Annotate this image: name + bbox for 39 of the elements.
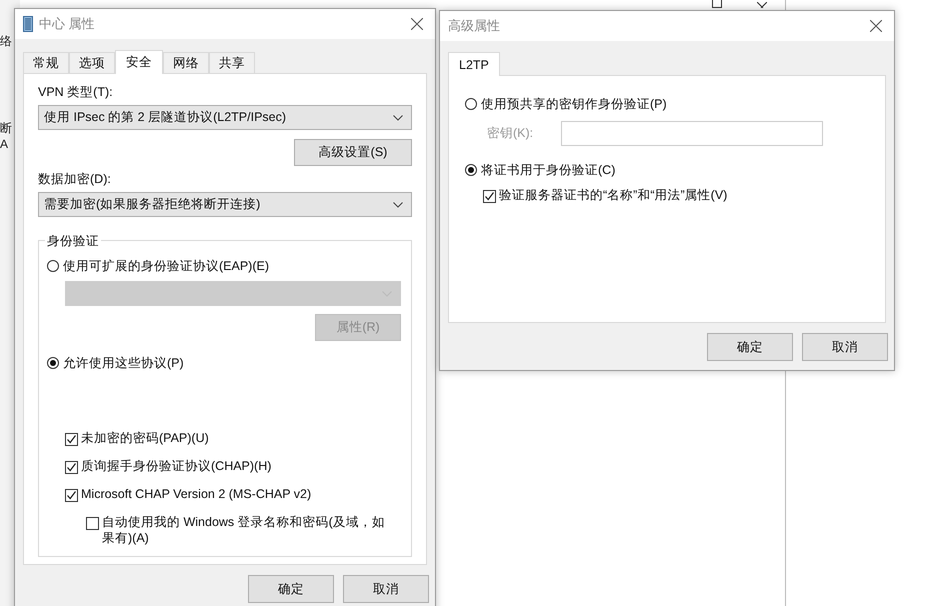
checkbox-option[interactable]: 验证服务器证书的“名称”和“用法”属性(V) — [483, 187, 869, 203]
encryption-dropdown[interactable]: 需要加密(如果服务器拒绝将断开连接) — [38, 192, 412, 217]
ok-button[interactable]: 确定 — [248, 575, 334, 603]
checkbox-option[interactable]: 未加密的密码(PAP)(U) — [65, 430, 401, 446]
group-title: 身份验证 — [45, 233, 101, 250]
checkbox-option[interactable]: 自动使用我的 Windows 登录名称和密码(及域，如果有)(A) — [65, 514, 401, 546]
window-title: 高级属性 — [448, 17, 501, 35]
chevron-down-icon — [393, 202, 403, 208]
advanced-settings-button[interactable]: 高级设置(S) — [294, 139, 412, 166]
check-icon — [66, 434, 77, 445]
window-title: 中心 属性 — [39, 15, 96, 33]
window-text-fragment: 断 — [0, 120, 12, 137]
checkbox-option[interactable]: 质询握手身份验证协议(CHAP)(H) — [65, 458, 401, 474]
radio-option[interactable]: 将证书用于身份验证(C) — [465, 162, 869, 178]
tab[interactable]: 常规 — [23, 52, 69, 73]
checkbox-option[interactable]: Microsoft CHAP Version 2 (MS-CHAP v2) — [65, 486, 401, 502]
tab[interactable]: 共享 — [209, 52, 255, 73]
cancel-button[interactable]: 取消 — [343, 575, 429, 603]
radio-option[interactable]: 允许使用这些协议(P) — [47, 355, 401, 371]
radio-option[interactable]: 使用可扩展的身份验证协议(EAP)(E) — [47, 258, 401, 274]
cancel-button[interactable]: 取消 — [802, 333, 888, 361]
radio-option[interactable]: 使用预共享的密钥作身份验证(P) — [465, 96, 869, 112]
tab[interactable]: L2TP — [448, 52, 500, 76]
tab[interactable]: 安全 — [115, 50, 163, 74]
tab[interactable]: 网络 — [163, 52, 209, 73]
network-icon — [23, 16, 33, 32]
window-text-fragment: 络 — [0, 33, 13, 50]
check-icon — [66, 490, 77, 501]
vpn-type-dropdown[interactable]: 使用 IPsec 的第 2 层隧道协议(L2TP/IPsec) — [38, 105, 412, 130]
maximize-icon[interactable] — [712, 0, 722, 8]
tab[interactable]: 选项 — [69, 52, 115, 73]
chevron-down-icon — [393, 114, 403, 120]
field-label: 数据加密(D): — [38, 171, 112, 188]
check-icon — [66, 462, 77, 473]
field-label: VPN 类型(T): — [38, 84, 114, 101]
field-label: 密钥(K): — [487, 125, 534, 142]
ok-button[interactable]: 确定 — [707, 333, 793, 361]
window-text-fragment: A — [0, 137, 8, 151]
check-icon — [484, 191, 495, 202]
